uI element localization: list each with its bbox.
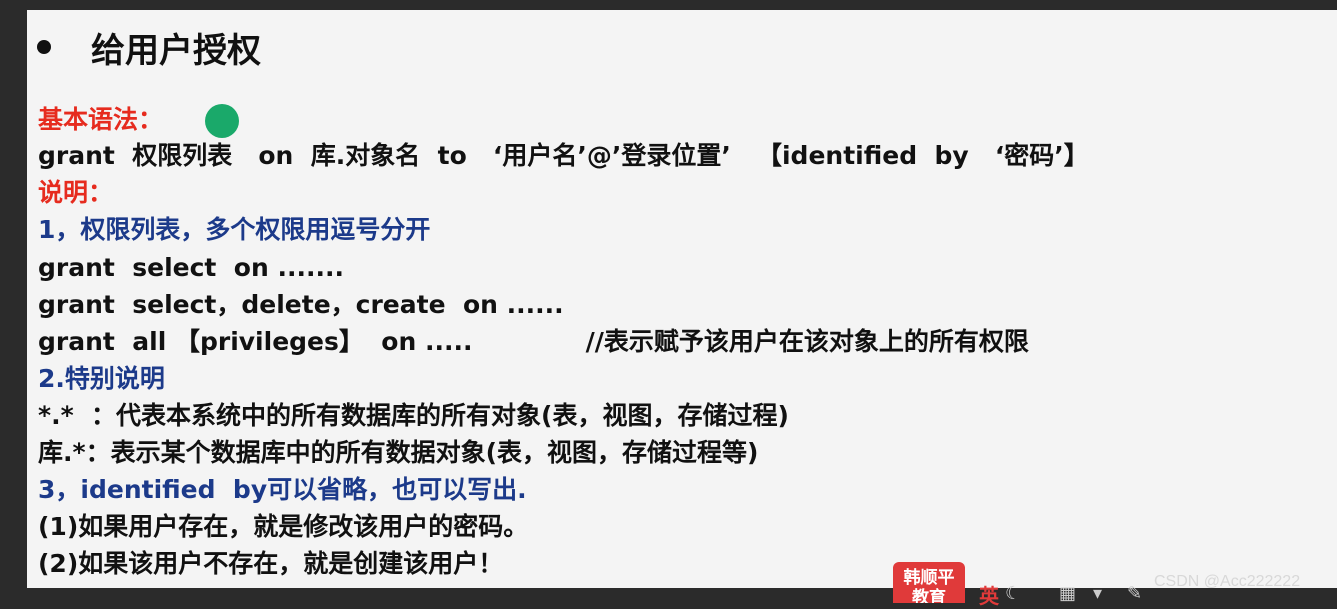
point-3-heading: 3，identified by可以省略，也可以写出. <box>38 475 527 504</box>
slide-title: 给用户授权 <box>91 30 261 71</box>
watermark: CSDN @Acc222222 <box>1154 573 1301 590</box>
explanation-heading: 说明： <box>38 178 114 207</box>
moon-icon[interactable]: ☾ <box>1005 584 1025 604</box>
wildcard-line-2: 库.*：表示某个数据库中的所有数据对象(表，视图，存储过程等) <box>38 438 759 467</box>
slide-content: 给用户授权 基本语法： grant 权限列表 on 库.对象名 to ‘用户名’… <box>27 10 1337 588</box>
syntax-line: grant 权限列表 on 库.对象名 to ‘用户名’@’登录位置’ 【ide… <box>38 141 1089 170</box>
note-line-2: (2)如果该用户不存在，就是创建该用户！ <box>38 549 504 578</box>
note-line-1: (1)如果用户存在，就是修改该用户的密码。 <box>38 512 529 541</box>
keyboard-icon[interactable]: ▦ <box>1059 584 1079 604</box>
ime-indicator[interactable]: 英 <box>979 580 999 609</box>
taskbar-tray: 韩顺平 教育 英 ☾ ▦ ▾ ✎ CSDN @Acc222222 <box>893 560 1337 608</box>
bullet-icon <box>37 40 51 54</box>
wrench-icon[interactable]: ✎ <box>1127 584 1147 604</box>
example-line-1: grant select on ....... <box>38 253 344 282</box>
example-line-2: grant select，delete，create on ...... <box>38 290 564 319</box>
point-2-heading: 2.特别说明 <box>38 364 165 393</box>
cursor-indicator <box>205 104 239 138</box>
example-line-3: grant all 【privileges】 on ..... //表示赋予该用… <box>38 327 1029 356</box>
wildcard-line-1: *.* ：代表本系统中的所有数据库的所有对象(表，视图，存储过程) <box>38 401 789 430</box>
point-1-heading: 1，权限列表，多个权限用逗号分开 <box>38 215 431 244</box>
basic-syntax-heading: 基本语法： <box>38 105 164 134</box>
brand-badge: 韩顺平 教育 <box>893 562 965 603</box>
shirt-icon[interactable]: ▾ <box>1093 584 1113 604</box>
title-row: 给用户授权 <box>37 22 261 72</box>
